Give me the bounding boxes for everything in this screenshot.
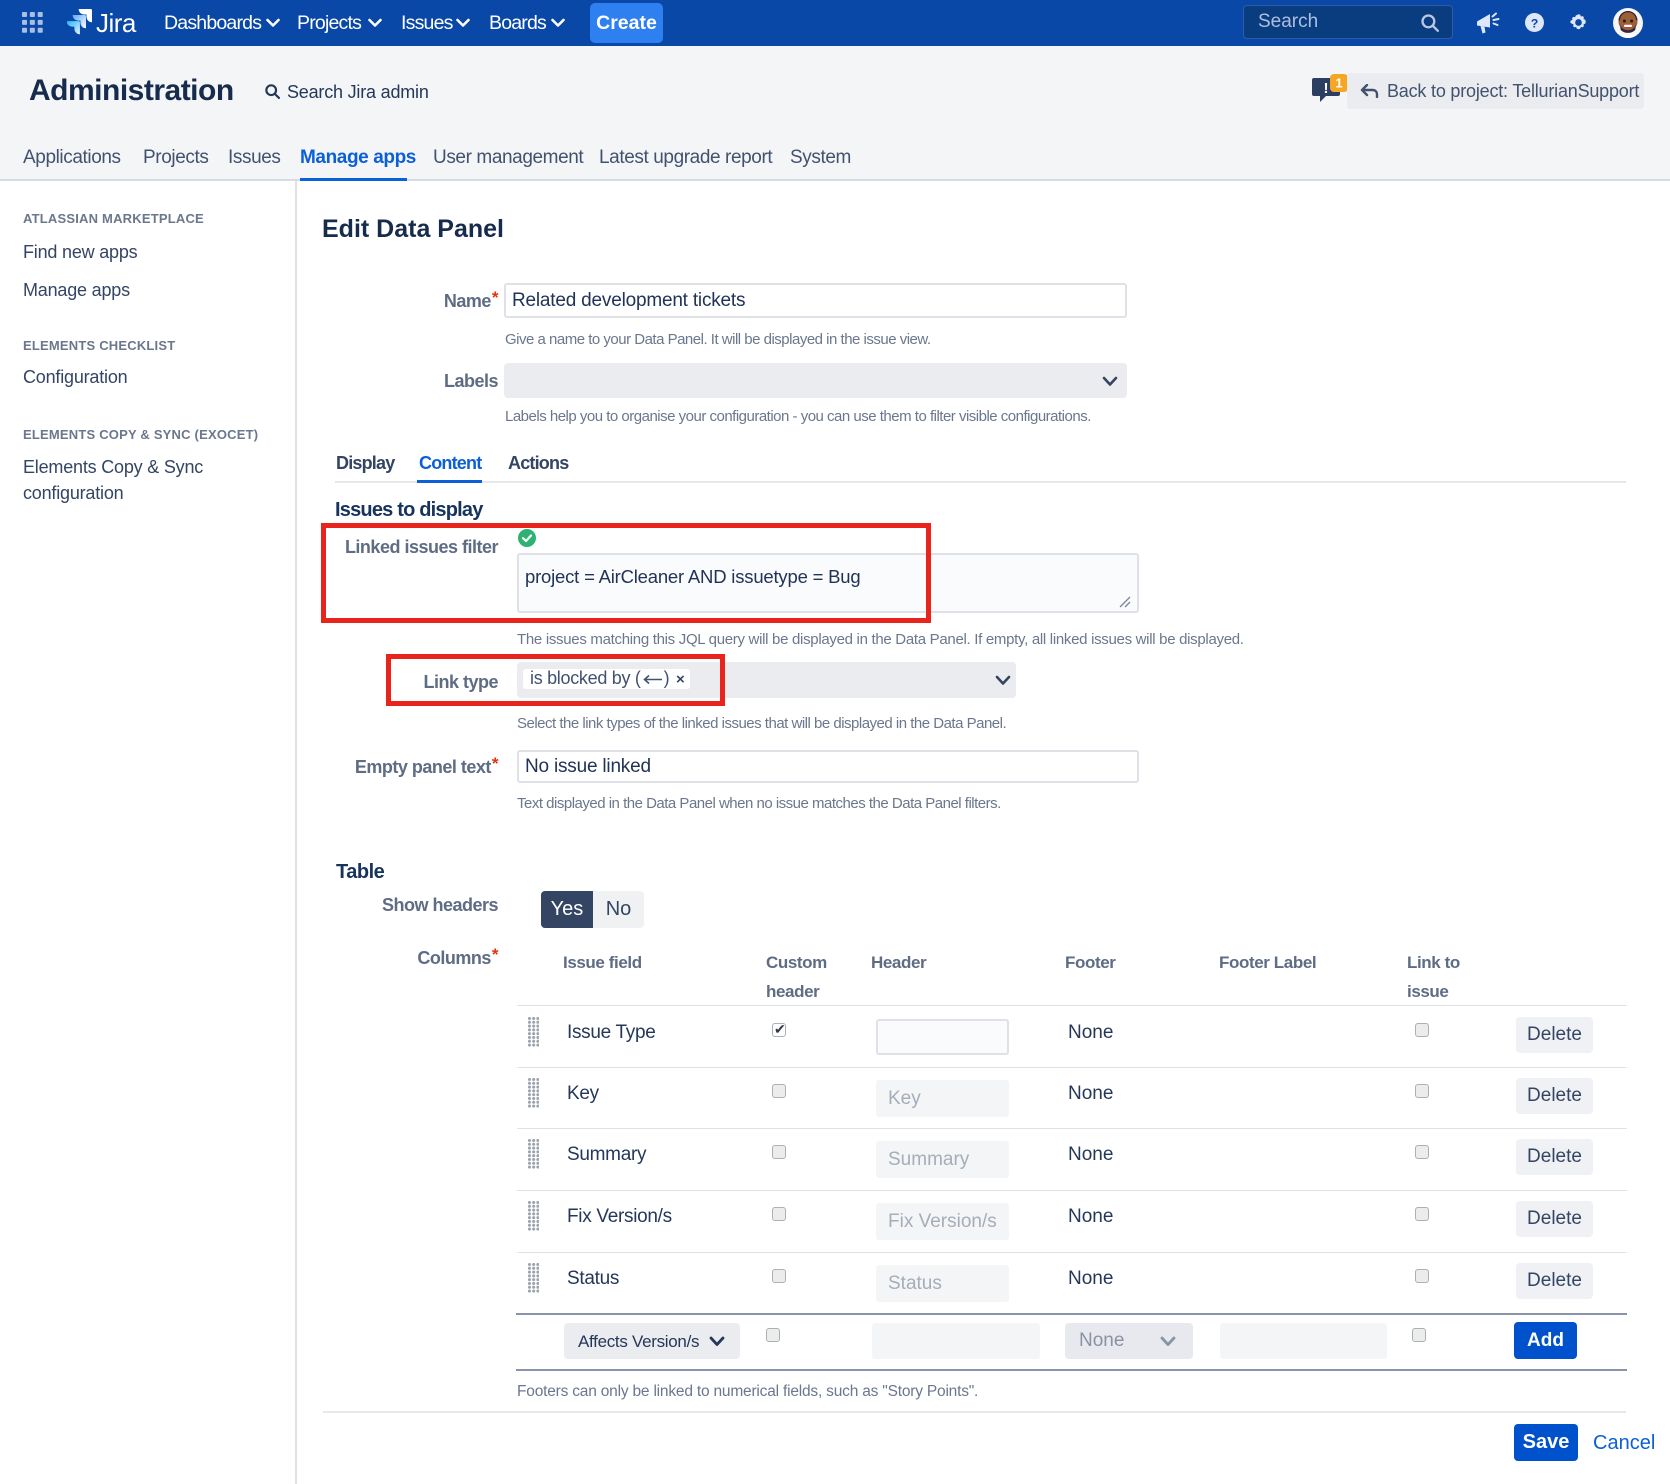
svg-text:!: !: [1324, 80, 1329, 97]
svg-text:?: ?: [1531, 17, 1539, 31]
svg-text:1: 1: [1335, 76, 1342, 91]
